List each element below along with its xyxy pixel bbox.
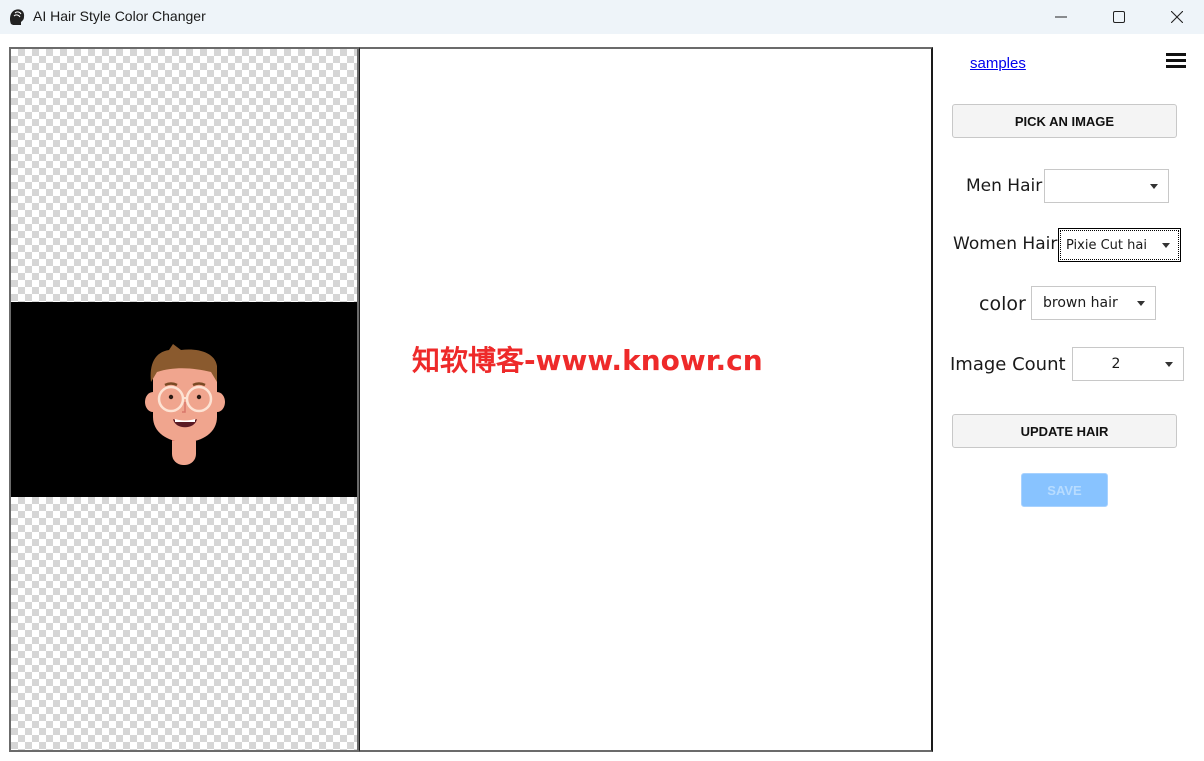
men-hair-select[interactable] (1044, 169, 1169, 203)
result-image-panel: 知软博客-www.knowr.cn (359, 47, 933, 752)
hamburger-menu-icon[interactable] (1166, 53, 1186, 69)
women-hair-label: Women Hair (953, 234, 1058, 254)
cartoon-face-image (145, 344, 225, 465)
women-hair-value: Pixie Cut hai (1066, 237, 1147, 253)
color-value: brown hair (1043, 295, 1118, 311)
image-count-label: Image Count (950, 354, 1066, 375)
minimize-button[interactable] (1032, 0, 1090, 34)
color-label: color (979, 293, 1026, 315)
close-icon (1171, 11, 1183, 23)
save-button[interactable]: SAVE (1021, 473, 1108, 507)
close-button[interactable] (1148, 0, 1204, 34)
men-hair-label: Men Hair (966, 176, 1043, 196)
maximize-icon (1113, 11, 1125, 23)
samples-link[interactable]: samples (970, 55, 1026, 72)
image-count-value: 2 (1111, 356, 1121, 372)
maximize-button[interactable] (1090, 0, 1148, 34)
chevron-down-icon (1137, 301, 1145, 306)
color-select[interactable]: brown hair (1031, 286, 1156, 320)
minimize-icon (1055, 16, 1067, 18)
source-image (11, 302, 357, 497)
chevron-down-icon (1162, 243, 1170, 248)
title-bar: AI Hair Style Color Changer (0, 0, 1204, 34)
women-hair-select[interactable]: Pixie Cut hai (1058, 228, 1181, 262)
image-count-select[interactable]: 2 (1072, 347, 1184, 381)
source-image-panel[interactable] (9, 47, 360, 752)
pick-image-button[interactable]: PICK AN IMAGE (952, 104, 1177, 138)
chevron-down-icon (1165, 362, 1173, 367)
app-logo-icon (10, 9, 25, 25)
chevron-down-icon (1150, 184, 1158, 189)
controls-sidebar: samples PICK AN IMAGE Men Hair Women Hai… (935, 40, 1204, 760)
watermark-text: 知软博客-www.knowr.cn (412, 344, 763, 377)
update-hair-button[interactable]: UPDATE HAIR (952, 414, 1177, 448)
window-title: AI Hair Style Color Changer (33, 8, 206, 24)
